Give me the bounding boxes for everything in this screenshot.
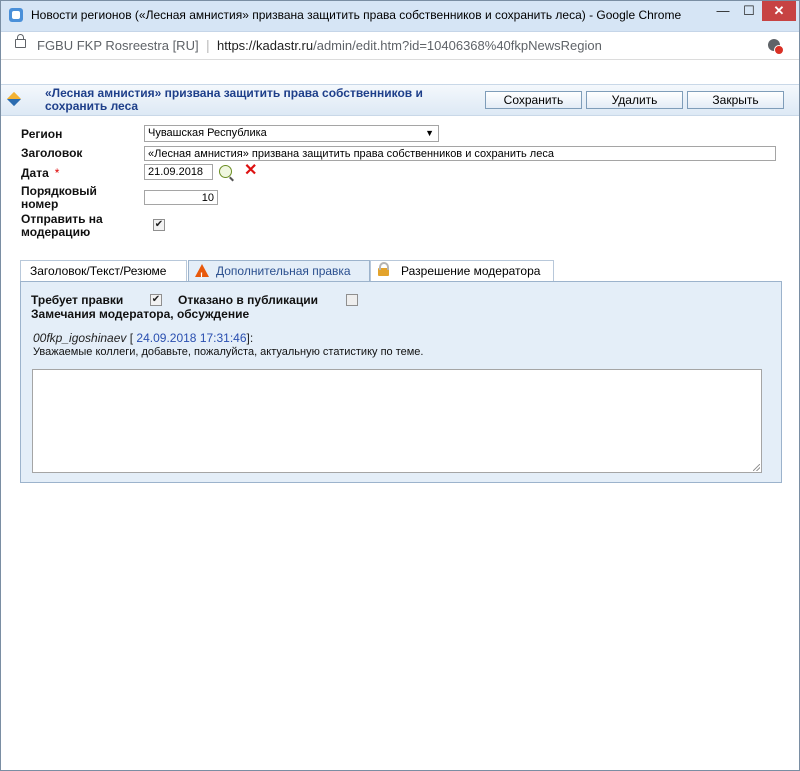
bracket-close: ]:	[246, 331, 254, 345]
tab-label: Заголовок/Текст/Резюме	[30, 264, 167, 278]
tab-title-text-summary[interactable]: Заголовок/Текст/Резюме	[20, 260, 187, 281]
comment-text: Уважаемые коллеги, добавьте, пожалуйста,…	[33, 346, 424, 358]
rejected-checkbox[interactable]	[346, 294, 358, 306]
region-select[interactable]: Чувашская Республика ▼	[144, 125, 439, 142]
send-to-moderation-checkbox[interactable]: ✔	[153, 219, 165, 231]
url-host: https://kadastr.ru	[217, 38, 314, 53]
extension-icon[interactable]	[768, 39, 784, 55]
clear-date-icon[interactable]: ✕	[244, 163, 257, 179]
title-label: Заголовок	[21, 146, 83, 160]
region-select-value: Чувашская Республика	[148, 127, 267, 139]
page-header: «Лесная амнистия» призвана защитить прав…	[1, 84, 799, 116]
date-label-text: Дата	[21, 166, 49, 180]
needs-edit-checkbox[interactable]: ✔	[150, 294, 162, 306]
date-label: Дата *	[21, 167, 59, 179]
url-path: /admin/edit.htm?id=10406368%40fkpNewsReg…	[313, 38, 602, 53]
comment-meta: 00fkp_igoshinaev [ 24.09.2018 17:31:46]:	[33, 331, 253, 345]
tab-label: Разрешение модератора	[401, 264, 541, 278]
tab-label: Дополнительная правка	[216, 264, 351, 278]
tab-panel-additional-edit: Требует правки ✔ Отказано в публикации З…	[20, 281, 782, 483]
close-button[interactable]: Закрыть	[687, 91, 784, 109]
address-separator: |	[206, 37, 210, 53]
lock-icon[interactable]	[15, 34, 26, 48]
app-icon	[9, 8, 23, 22]
date-picker-icon[interactable]	[219, 165, 232, 178]
tab-moderator-permission[interactable]: Разрешение модератора	[370, 260, 554, 281]
date-input[interactable]: 21.09.2018	[144, 164, 213, 180]
save-button[interactable]: Сохранить	[485, 91, 582, 109]
needs-edit-label: Требует правки	[31, 293, 124, 307]
window-title: Новости регионов («Лесная амнистия» приз…	[31, 8, 682, 22]
bracket-open: [	[126, 331, 137, 345]
title-input[interactable]: «Лесная амнистия» призвана защитить прав…	[144, 146, 776, 161]
moderation-label-line2: модерацию	[21, 225, 91, 239]
chevron-down-icon: ▼	[425, 128, 434, 138]
page-title: «Лесная амнистия» призвана защитить прав…	[45, 86, 423, 113]
minimize-button[interactable]: —	[710, 1, 736, 21]
unlock-icon	[378, 262, 389, 276]
moderation-label-line1: Отправить на	[21, 212, 103, 226]
comment-timestamp-link[interactable]: 24.09.2018 17:31:46	[136, 331, 246, 345]
url-text[interactable]: https://kadastr.ru/admin/edit.htm?id=104…	[217, 38, 602, 53]
order-number-input[interactable]: 10	[144, 190, 218, 205]
order-label-line1: Порядковый	[21, 184, 97, 198]
remarks-textarea[interactable]	[32, 369, 762, 473]
order-label-line2: номер	[21, 197, 59, 211]
resize-grip-icon[interactable]	[753, 464, 760, 471]
maximize-button[interactable]: ☐	[736, 1, 762, 21]
site-identity[interactable]: FGBU FKP Rosreestra [RU]	[37, 38, 199, 53]
record-icon	[6, 91, 22, 107]
comment-author: 00fkp_igoshinaev	[33, 331, 127, 345]
region-label: Регион	[21, 127, 63, 141]
required-marker: *	[54, 166, 60, 180]
delete-button[interactable]: Удалить	[586, 91, 683, 109]
rejected-label: Отказано в публикации	[178, 293, 318, 307]
remarks-label: Замечания модератора, обсуждение	[31, 307, 250, 321]
browser-window: Новости регионов («Лесная амнистия» приз…	[0, 0, 800, 771]
title-bar: Новости регионов («Лесная амнистия» приз…	[1, 1, 799, 32]
tab-bar: Заголовок/Текст/Резюме Дополнительная пр…	[20, 260, 782, 286]
warning-icon	[195, 264, 209, 286]
close-window-button[interactable]: ✕	[762, 1, 796, 21]
tab-additional-edit[interactable]: Дополнительная правка	[188, 260, 370, 286]
address-bar[interactable]: FGBU FKP Rosreestra [RU] | https://kadas…	[1, 32, 799, 60]
